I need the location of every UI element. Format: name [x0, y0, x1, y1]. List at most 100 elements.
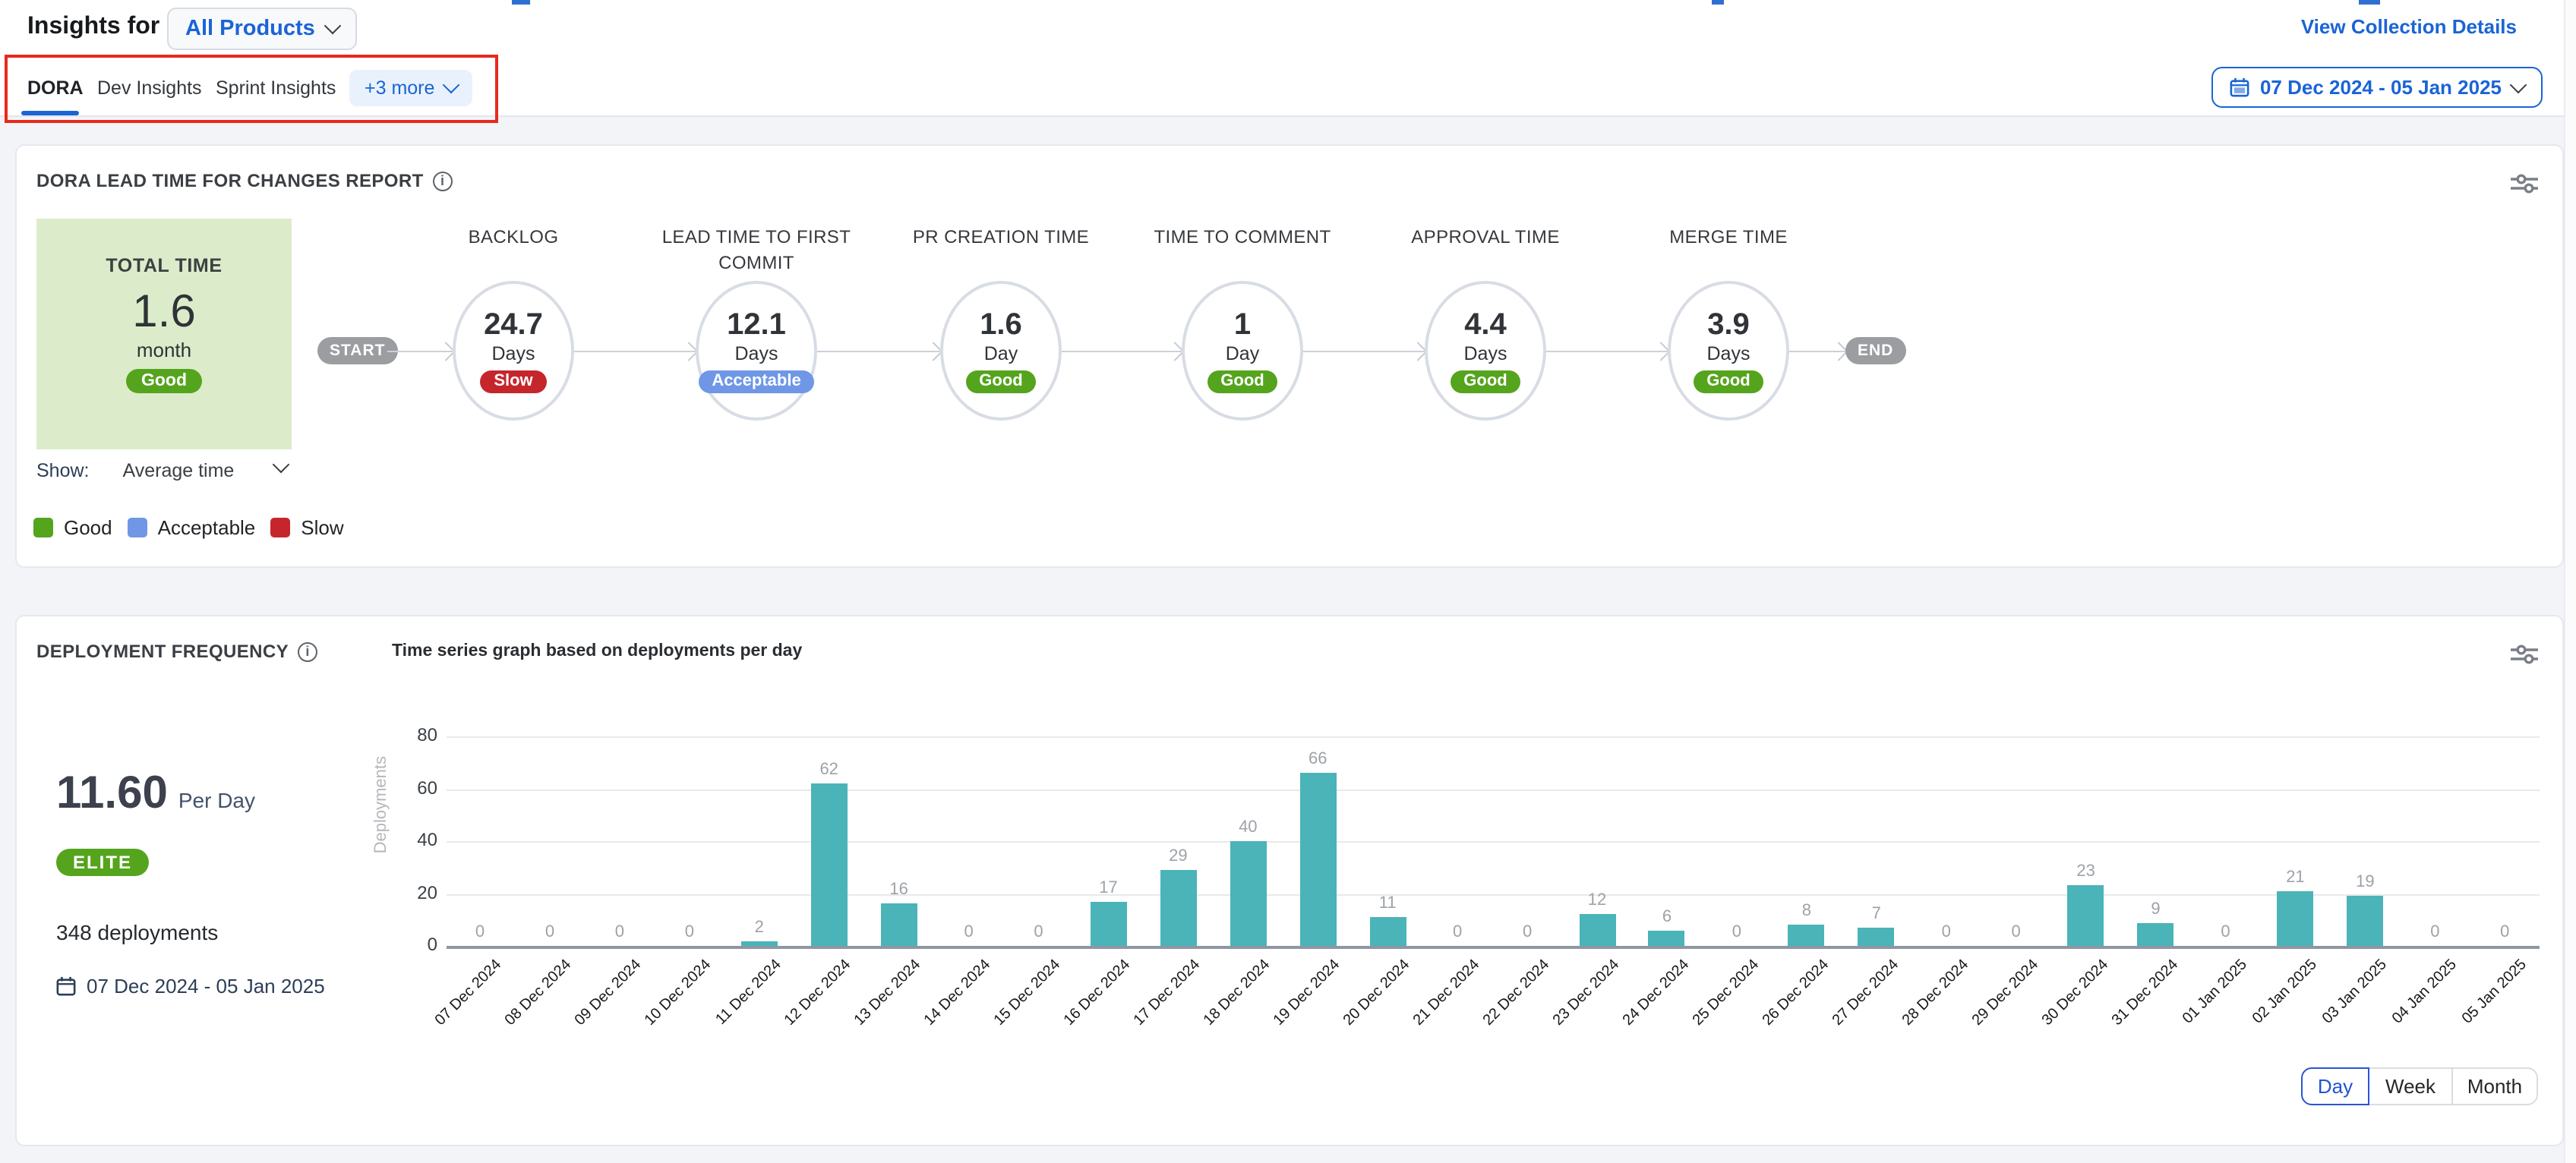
x-axis-tick-label: 09 Dec 2024 — [573, 957, 646, 1029]
date-range-picker[interactable]: 07 Dec 2024 - 05 Jan 2025 — [2211, 67, 2543, 108]
deployment-bar[interactable] — [1649, 930, 1685, 946]
x-axis-tick-label: 31 Dec 2024 — [2108, 957, 2181, 1029]
deployment-bar[interactable] — [741, 941, 778, 946]
deployment-bar[interactable] — [2138, 922, 2174, 946]
tab-dev-insights[interactable]: Dev Insights — [97, 77, 202, 99]
deployment-bar[interactable] — [811, 784, 848, 946]
deployment-bar[interactable] — [1299, 774, 1336, 946]
flow-connector-line — [817, 350, 940, 352]
x-axis-tick-label: 17 Dec 2024 — [1131, 957, 1204, 1029]
slow-legend-swatch — [270, 518, 290, 537]
deployment-bar[interactable] — [1230, 841, 1266, 946]
deployment-bar[interactable] — [2277, 891, 2313, 946]
info-icon[interactable]: i — [298, 641, 317, 661]
show-value: Average time — [123, 460, 235, 481]
tab-dora[interactable]: DORA — [27, 77, 84, 99]
total-time-unit: month — [36, 339, 292, 361]
flow-connector-line — [1546, 350, 1668, 352]
x-axis-tick-label: 19 Dec 2024 — [1271, 957, 1343, 1029]
stage-node[interactable]: 24.7DaysSlow — [453, 281, 574, 421]
bar-value-label: 40 — [1217, 818, 1278, 837]
toggle-week-button[interactable]: Week — [2368, 1067, 2453, 1105]
chart-settings-icon[interactable] — [2511, 644, 2538, 673]
stage-value: 1.6 — [980, 309, 1022, 341]
bar-value-label: 2 — [729, 918, 790, 936]
gridline — [447, 894, 2540, 895]
show-metric-dropdown[interactable]: Show: Average time — [36, 460, 234, 481]
deployment-bar[interactable] — [1090, 902, 1126, 946]
y-axis-tick-label: 40 — [386, 829, 437, 850]
deployment-bar[interactable] — [2068, 886, 2104, 946]
total-time-status-badge: Good — [126, 369, 202, 393]
stage-unit: Day — [984, 342, 1018, 364]
stage-value: 4.4 — [1464, 309, 1507, 341]
granularity-toggle: DayWeekMonth — [2301, 1067, 2538, 1105]
x-axis-tick-label: 24 Dec 2024 — [1620, 957, 1693, 1029]
deployment-date-range: 07 Dec 2024 - 05 Jan 2025 — [56, 975, 325, 998]
deployment-bar[interactable] — [1369, 917, 1406, 946]
clipped-nav-remnant — [512, 0, 530, 4]
chart-title: Time series graph based on deployments p… — [392, 642, 802, 660]
bar-value-label: 0 — [519, 923, 580, 941]
tab-sprint-insights[interactable]: Sprint Insights — [216, 77, 336, 99]
gridline — [447, 841, 2540, 843]
bar-value-label: 62 — [799, 761, 860, 780]
deployment-bar[interactable] — [1788, 925, 1825, 946]
bar-value-label: 66 — [1287, 751, 1348, 769]
scrollbar-track[interactable] — [2564, 0, 2576, 1163]
lead-time-report-card: DORA LEAD TIME FOR CHANGES REPORT i TOTA… — [15, 144, 2564, 568]
bar-value-label: 0 — [450, 923, 510, 941]
bar-value-label: 0 — [939, 923, 999, 941]
deployment-total: 348 deployments — [56, 920, 218, 944]
stage-status-badge: Slow — [480, 370, 546, 392]
deployment-bar[interactable] — [2347, 897, 2383, 946]
deployment-bar[interactable] — [881, 904, 917, 946]
x-axis-tick-label: 08 Dec 2024 — [503, 957, 576, 1029]
x-axis-tick-label: 07 Dec 2024 — [433, 957, 506, 1029]
x-axis-tick-label: 23 Dec 2024 — [1550, 957, 1623, 1029]
active-tab-underline — [21, 111, 79, 115]
x-axis-tick-label: 13 Dec 2024 — [851, 957, 924, 1029]
stage-title: PR CREATION TIME — [887, 225, 1115, 251]
stage-node[interactable]: 1.6DayGood — [940, 281, 1062, 421]
deployment-bar[interactable] — [1160, 870, 1196, 946]
acceptable-legend-swatch — [128, 518, 147, 537]
x-axis-tick-label: 11 Dec 2024 — [713, 957, 785, 1029]
x-axis-tick-label: 01 Jan 2025 — [2180, 957, 2251, 1027]
deployment-bar[interactable] — [1579, 915, 1615, 946]
x-axis-tick-label: 04 Jan 2025 — [2389, 957, 2460, 1027]
performance-tier-badge: ELITE — [56, 849, 149, 876]
deployment-bar[interactable] — [1858, 928, 1895, 946]
bar-value-label: 11 — [1357, 894, 1418, 912]
view-collection-details-link[interactable]: View Collection Details — [2301, 15, 2517, 38]
stage-value: 24.7 — [484, 309, 543, 341]
stage-value: 1 — [1234, 309, 1251, 341]
bar-value-label: 0 — [2474, 923, 2535, 941]
stage-node[interactable]: 1DayGood — [1182, 281, 1303, 421]
x-axis-tick-label: 10 Dec 2024 — [642, 957, 715, 1029]
bar-value-label: 23 — [2056, 863, 2117, 881]
toggle-month-button[interactable]: Month — [2451, 1067, 2538, 1105]
x-axis-tick-label: 14 Dec 2024 — [921, 957, 994, 1029]
stage-unit: Day — [1226, 342, 1259, 364]
more-tabs-dropdown[interactable]: +3 more — [349, 70, 472, 106]
stage-node[interactable]: 12.1DaysAcceptable — [696, 281, 817, 421]
deployment-frequency-card: DEPLOYMENT FREQUENCY i Time series graph… — [15, 615, 2564, 1146]
stage-node[interactable]: 3.9DaysGood — [1668, 281, 1789, 421]
stage-node[interactable]: 4.4DaysGood — [1425, 281, 1546, 421]
product-selector-dropdown[interactable]: All Products — [167, 8, 358, 50]
toggle-day-button[interactable]: Day — [2301, 1067, 2369, 1105]
chart-settings-icon[interactable] — [2511, 173, 2538, 202]
bar-value-label: 19 — [2334, 874, 2395, 892]
bar-value-label: 0 — [1706, 923, 1767, 941]
stage-value: 3.9 — [1707, 309, 1750, 341]
more-tabs-label: +3 more — [365, 77, 434, 99]
info-icon[interactable]: i — [433, 171, 453, 191]
bar-value-label: 0 — [2404, 923, 2465, 941]
stage-status-badge: Good — [1693, 370, 1763, 392]
x-axis-tick-label: 05 Jan 2025 — [2459, 957, 2530, 1027]
x-axis-tick-label: 27 Dec 2024 — [1829, 957, 1902, 1029]
bar-value-label: 7 — [1846, 905, 1907, 923]
status-legend: GoodAcceptableSlow — [33, 516, 359, 539]
stage-unit: Days — [1464, 342, 1507, 364]
